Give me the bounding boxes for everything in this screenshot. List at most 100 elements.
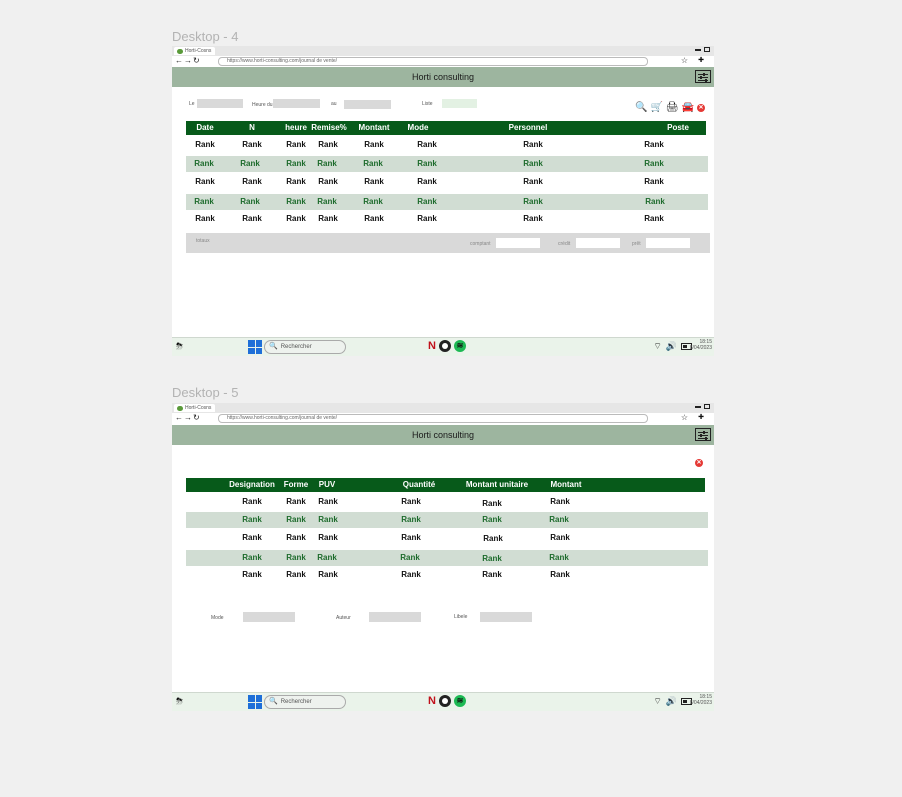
maximize-icon[interactable] [704, 47, 710, 52]
pret-input[interactable] [646, 238, 690, 248]
table-cell: Rank [364, 140, 384, 149]
col-forme: Forme [283, 480, 309, 489]
minimize-icon[interactable] [695, 405, 701, 408]
table-row[interactable]: Rank Rank Rank Rank Rank Rank Rank Rank [186, 137, 706, 153]
liste-select[interactable] [442, 99, 477, 108]
comptant-input[interactable] [496, 238, 540, 248]
taskbar: ⛈ 🔍 Rechercher N ≋ ⌔ 🔊 18:15 8/04/2023 [172, 337, 714, 356]
system-tray: ⌔ 🔊 [653, 341, 692, 351]
table-cell: Rank [482, 515, 502, 524]
frame-label: Desktop - 5 [172, 385, 239, 400]
close-icon[interactable]: ✕ [695, 459, 703, 467]
nav-buttons[interactable]: ←→↻ [175, 56, 201, 66]
bookmark-star-icon[interactable]: ☆ [681, 56, 688, 66]
auteur-input[interactable] [369, 612, 421, 622]
spotify-icon[interactable]: ≋ [453, 340, 466, 352]
clock[interactable]: 18:15 8/04/2023 [690, 694, 712, 706]
address-bar: ←→↻ https://www.horti-consulting.com/jou… [172, 56, 714, 66]
col-remise: Remise% [311, 123, 347, 132]
table-cell: Rank [523, 214, 543, 223]
weather-icon[interactable]: ⛈ [176, 341, 183, 351]
search-icon[interactable]: 🔍 [635, 103, 647, 113]
chrome-icon[interactable] [438, 340, 451, 352]
browser-tab[interactable]: Horti-Cosns [174, 404, 216, 412]
mode-input[interactable] [243, 612, 295, 622]
table-row[interactable]: Rank Rank Rank Rank Rank Rank [186, 512, 708, 528]
print-icon[interactable]: 🖨 [666, 103, 679, 113]
table-cell: Rank [549, 553, 569, 562]
clock[interactable]: 18:15 8/04/2023 [690, 339, 712, 351]
table-row[interactable]: Rank Rank Rank Rank Rank Rank [186, 550, 708, 566]
table-cell: Rank [417, 214, 437, 223]
pret-label: prêt [632, 241, 641, 247]
browser-tab[interactable]: Horti-Cosns [174, 47, 216, 55]
taskbar-search[interactable]: 🔍 Rechercher [264, 340, 346, 354]
extensions-icon[interactable]: ✚ [698, 56, 704, 66]
nav-buttons[interactable]: ←→↻ [175, 413, 201, 423]
credit-input[interactable] [576, 238, 620, 248]
search-placeholder: Rechercher [280, 344, 312, 350]
url-field[interactable]: https://www.horti-consulting.com/journal… [218, 57, 648, 66]
table-cell: Rank [401, 533, 421, 542]
windows-icon[interactable] [248, 695, 262, 709]
table-cell: Rank [242, 140, 262, 149]
volume-icon[interactable]: 🔊 [666, 341, 677, 351]
table-row[interactable]: Rank Rank Rank Rank Rank Rank Rank Rank [186, 174, 706, 190]
table-cell: Rank [242, 497, 262, 506]
search-icon: 🔍 [269, 698, 278, 705]
car-icon[interactable]: 🚘 [682, 103, 694, 113]
date-input[interactable] [197, 99, 243, 108]
window-controls [695, 404, 710, 409]
wifi-icon[interactable]: ⌔ [653, 696, 661, 706]
liste-label: Liste [422, 101, 433, 107]
table-cell: Rank [550, 570, 570, 579]
col-n: N [249, 123, 255, 132]
col-date: Date [196, 123, 214, 132]
maximize-icon[interactable] [704, 404, 710, 409]
table-cell: Rank [550, 533, 570, 542]
url-field[interactable]: https://www.horti-consulting.com/journal… [218, 414, 648, 423]
app-header: Horti consulting [172, 67, 714, 87]
settings-icon[interactable] [695, 428, 711, 441]
table-row[interactable]: Rank Rank Rank Rank Rank Rank [186, 530, 705, 546]
volume-icon[interactable]: 🔊 [666, 696, 677, 706]
table-cell: Rank [417, 140, 437, 149]
spotify-icon[interactable]: ≋ [453, 695, 466, 707]
netflix-icon[interactable]: N [428, 695, 436, 707]
col-montant-unitaire: Montant unitaire [465, 480, 529, 489]
libele-input[interactable] [480, 612, 532, 622]
table-cell: Rank [417, 159, 437, 168]
chrome-icon[interactable] [438, 695, 451, 707]
wifi-icon[interactable]: ⌔ [653, 341, 661, 351]
table-row[interactable]: Rank Rank Rank Rank Rank Rank [186, 567, 705, 583]
table-header: Designation Forme PUV Quantité Montant u… [186, 478, 705, 492]
weather-icon[interactable]: ⛈ [176, 696, 183, 706]
minimize-icon[interactable] [695, 48, 701, 51]
heure-from-input[interactable] [273, 99, 320, 108]
totals-bar: totaux comptant crédit prêt [186, 233, 710, 253]
table-row[interactable]: Rank Rank Rank Rank Rank Rank Rank Rank [186, 156, 708, 172]
settings-icon[interactable] [695, 70, 711, 83]
table-cell: Rank [242, 515, 262, 524]
col-puv: PUV [318, 480, 336, 489]
windows-icon[interactable] [248, 340, 262, 354]
table-cell: Rank [644, 140, 664, 149]
table-row[interactable]: Rank Rank Rank Rank Rank Rank [186, 494, 705, 510]
col-montant: Montant [358, 123, 390, 132]
close-icon[interactable]: ✕ [697, 104, 706, 112]
search-icon: 🔍 [269, 343, 278, 350]
cart-icon[interactable]: 🛒 [650, 103, 662, 113]
table-row[interactable]: Rank Rank Rank Rank Rank Rank Rank Rank [186, 194, 708, 210]
table-cell: Rank [286, 570, 306, 579]
extensions-icon[interactable]: ✚ [698, 413, 704, 423]
bookmark-star-icon[interactable]: ☆ [681, 413, 688, 423]
app-title: Horti consulting [411, 430, 475, 440]
taskbar-search[interactable]: 🔍 Rechercher [264, 695, 346, 709]
table-cell: Rank [363, 197, 383, 206]
table-cell: Rank [286, 533, 306, 542]
table-row[interactable]: Rank Rank Rank Rank Rank Rank Rank Rank [186, 211, 706, 227]
table-cell: Rank [523, 177, 543, 186]
netflix-icon[interactable]: N [428, 340, 436, 352]
libele-label: Libele [454, 614, 468, 620]
heure-to-input[interactable] [344, 100, 391, 109]
